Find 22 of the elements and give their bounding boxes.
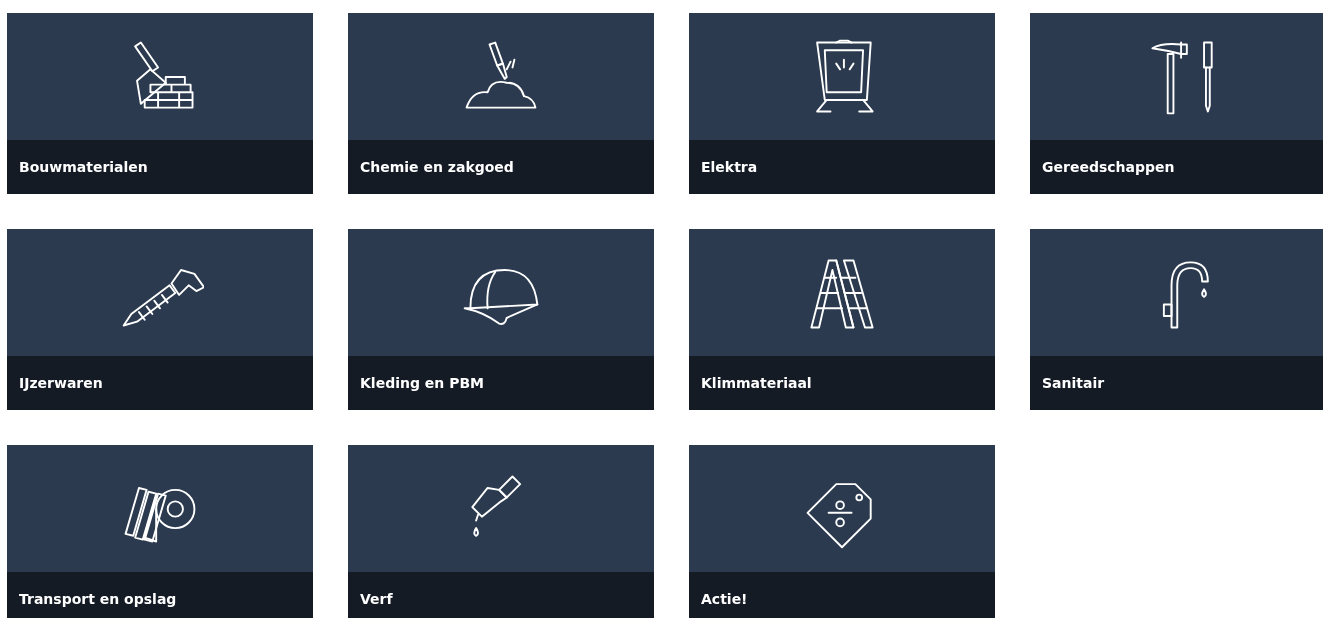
category-tile[interactable]: Transport en opslag [7, 445, 313, 618]
category-tile[interactable]: Sanitair [1030, 229, 1323, 410]
category-tile[interactable]: Chemie en zakgoed [348, 13, 654, 194]
category-label: Transport en opslag [7, 572, 313, 618]
category-tile[interactable]: Gereedschappen [1030, 13, 1323, 194]
category-tile[interactable]: Bouwmaterialen [7, 13, 313, 194]
category-label: Bouwmaterialen [7, 140, 313, 194]
category-label: Klimmateriaal [689, 356, 995, 410]
category-label: Elektra [689, 140, 995, 194]
category-label: Gereedschappen [1030, 140, 1323, 194]
category-tile[interactable]: Elektra [689, 13, 995, 194]
category-label: IJzerwaren [7, 356, 313, 410]
category-tile[interactable]: Verf [348, 445, 654, 618]
category-label: Chemie en zakgoed [348, 140, 654, 194]
category-tile[interactable]: Actie! [689, 445, 995, 618]
category-label: Sanitair [1030, 356, 1323, 410]
category-label: Kleding en PBM [348, 356, 654, 410]
category-label: Verf [348, 572, 654, 618]
category-tile[interactable]: IJzerwaren [7, 229, 313, 410]
category-tile[interactable]: Kleding en PBM [348, 229, 654, 410]
category-label: Actie! [689, 572, 995, 618]
category-tile[interactable]: Klimmateriaal [689, 229, 995, 410]
